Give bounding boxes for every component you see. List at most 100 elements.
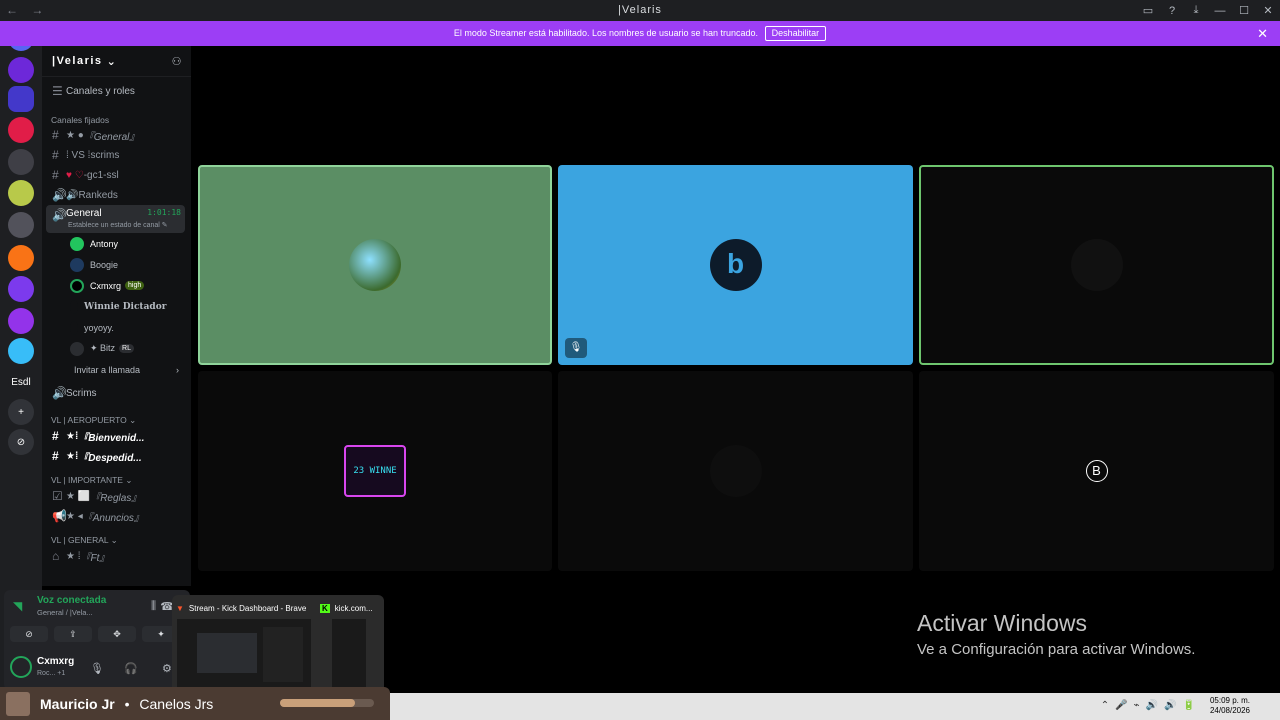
- category-aeropuerto[interactable]: VL | AEROPUERTO ⌄: [42, 410, 191, 426]
- channel-bienvenida[interactable]: # ★⁞ 『Bienvenid...: [42, 426, 191, 446]
- channel-scrims-text[interactable]: # ⁞ VS ⁞ scrims: [42, 145, 191, 165]
- server-icon[interactable]: [8, 180, 34, 206]
- voice-status[interactable]: Voz conectada: [37, 595, 106, 606]
- channel-gc1-ssl[interactable]: # ♥ ♡ -gc1-ssl: [42, 165, 191, 185]
- microphone-icon[interactable]: 🎙: [90, 662, 104, 675]
- avatar: [70, 320, 78, 335]
- channel-reglas[interactable]: ☑ ★ ⬜ 『Reglas』: [42, 486, 191, 506]
- voice-connection-panel: ◥ Voz conectada General / |Vela... ⫼ ☎ ⊘…: [4, 590, 190, 690]
- avatar: [70, 341, 84, 356]
- video-tile-4[interactable]: 23 WINNE: [198, 371, 552, 571]
- server-header[interactable]: |Velaris ⌄ ⚇: [42, 46, 191, 77]
- now-playing-text: Mauricio Jr • Canelos Jrs: [40, 695, 214, 712]
- person-plus-icon[interactable]: ⚇: [172, 55, 183, 68]
- server-icon[interactable]: [8, 276, 34, 302]
- clock-date: 24/08/2026: [1209, 706, 1250, 715]
- list-icon: ☰: [52, 84, 63, 98]
- channel-general-voice-active[interactable]: 🔊 General 1:01:18 Establece un estado de…: [46, 205, 185, 233]
- camera-off-button[interactable]: ⊘: [10, 626, 48, 642]
- server-icon-velaris[interactable]: [8, 86, 34, 112]
- server-icon[interactable]: [8, 338, 34, 364]
- window-title: |Velaris: [618, 4, 662, 16]
- mute-icon: 🎙: [565, 338, 587, 358]
- server-icon-esdl[interactable]: Esdl: [8, 369, 34, 395]
- close-icon[interactable]: ✕: [1257, 21, 1268, 46]
- server-icon[interactable]: [8, 245, 34, 271]
- channel-anuncios[interactable]: 📢 ★ ◂ 『Anuncios』: [42, 506, 191, 526]
- channel-status[interactable]: Establece un estado de canal ✎: [68, 221, 168, 229]
- call-timer: 1:01:18: [147, 208, 181, 217]
- discord-app: ← → |Velaris ▭ ? ⤓ — ☐ ✕ ◉ Esdl + ⊘ El m…: [0, 0, 1280, 720]
- preview-thumbnail[interactable]: [332, 619, 366, 687]
- voice-user[interactable]: yoyoyy.: [42, 317, 191, 338]
- banner-text: El modo Streamer está habilitado. Los no…: [453, 28, 759, 38]
- voice-location[interactable]: General / |Vela...: [37, 608, 93, 617]
- channel-sidebar: |Velaris ⌄ ⚇ ☰ Canales y roles Canales f…: [42, 46, 191, 586]
- video-tile-2[interactable]: b 🎙: [558, 165, 913, 365]
- signal-icon: ◥: [13, 599, 23, 613]
- channel-ft[interactable]: ⌂ ★ ⁞ 『Ft』: [42, 546, 191, 566]
- video-tile-3[interactable]: [919, 165, 1274, 365]
- network-icon[interactable]: ⌁: [1134, 700, 1140, 711]
- download-icon[interactable]: ⤓: [1184, 4, 1208, 17]
- voice-user[interactable]: Winnie Dictador: [42, 296, 191, 317]
- progress-bar[interactable]: [280, 699, 374, 707]
- channel-rankeds[interactable]: 🔊 🔊 Rankeds: [42, 185, 191, 205]
- disable-streamer-button[interactable]: Deshabilitar: [764, 26, 827, 41]
- inbox-icon[interactable]: ▭: [1136, 4, 1160, 17]
- category-general[interactable]: VL | GENERAL ⌄: [42, 530, 191, 546]
- taskbar-preview: ▼ Stream - Kick Dashboard - Brave K kick…: [172, 595, 384, 693]
- voice-user[interactable]: Antony: [42, 233, 191, 254]
- preview-thumbnail[interactable]: [177, 619, 311, 687]
- clock-time: 05:09 p. m.: [1209, 696, 1250, 705]
- headphones-icon[interactable]: 🎧: [124, 662, 138, 675]
- server-icon[interactable]: [8, 308, 34, 334]
- voice-user[interactable]: Boogie: [42, 254, 191, 275]
- server-icon[interactable]: [8, 212, 34, 238]
- category-pinned[interactable]: Canales fijados: [42, 109, 191, 125]
- video-tile-5[interactable]: [558, 371, 913, 571]
- chevron-down-icon: ⌄: [106, 55, 118, 68]
- avatar: b: [709, 239, 762, 291]
- voice-actions: ⊘ ⇪ ✥ ✦: [10, 626, 180, 642]
- preview-item-brave[interactable]: ▼ Stream - Kick Dashboard - Brave: [176, 599, 316, 617]
- microphone-icon[interactable]: 🎤: [1115, 700, 1127, 711]
- server-icon[interactable]: [8, 149, 34, 175]
- channel-scrims-voice[interactable]: 🔊 Scrims: [42, 380, 191, 406]
- minimize-button[interactable]: —: [1208, 5, 1232, 17]
- avatar: [349, 239, 401, 291]
- system-tray: ⌃ 🎤 ⌁ 🔊 🔊 🔋: [1101, 700, 1195, 711]
- preview-item-kick[interactable]: K kick.com...: [320, 599, 380, 617]
- window-controls: ▭ ? ⤓ — ☐ ✕: [1136, 0, 1280, 21]
- server-icon[interactable]: [8, 57, 34, 83]
- kick-icon: K: [320, 603, 330, 613]
- add-server-icon[interactable]: +: [8, 399, 34, 425]
- channel-general-text[interactable]: # ★ ● 『General』: [42, 125, 191, 145]
- video-tile-1[interactable]: [198, 165, 552, 365]
- volume-icon[interactable]: 🔊: [1146, 700, 1158, 711]
- gear-icon[interactable]: ⚙: [162, 662, 172, 675]
- channels-and-roles[interactable]: ☰ Canales y roles: [42, 77, 191, 105]
- voice-user[interactable]: Cxmxrg high: [42, 275, 191, 296]
- explore-icon[interactable]: ⊘: [8, 429, 34, 455]
- maximize-button[interactable]: ☐: [1232, 4, 1256, 17]
- clock[interactable]: 05:09 p. m. 24/08/2026: [1210, 696, 1250, 716]
- battery-icon[interactable]: 🔋: [1183, 700, 1195, 711]
- noise-suppression-icon[interactable]: ⫼: [151, 600, 156, 613]
- speaker-icon: 🔊: [52, 208, 67, 222]
- username: Cxmxrg: [37, 656, 75, 667]
- channel-despedida[interactable]: # ★⁞ 『Despedid...: [42, 446, 191, 466]
- help-icon[interactable]: ?: [1160, 5, 1184, 17]
- voice-user[interactable]: ✦ Bitz RL: [42, 338, 191, 359]
- speaker-icon[interactable]: 🔊: [1164, 700, 1176, 711]
- close-button[interactable]: ✕: [1256, 4, 1280, 17]
- invite-to-call[interactable]: Invitar a llamada ›: [42, 359, 191, 380]
- share-screen-button[interactable]: ⇪: [54, 626, 92, 642]
- video-tile-6[interactable]: B: [919, 371, 1274, 571]
- category-importante[interactable]: VL | IMPORTANTE ⌄: [42, 470, 191, 486]
- activities-button[interactable]: ✥: [98, 626, 136, 642]
- now-playing-widget[interactable]: Mauricio Jr • Canelos Jrs: [0, 687, 390, 720]
- chevron-up-icon[interactable]: ⌃: [1101, 700, 1109, 711]
- server-icon[interactable]: [8, 117, 34, 143]
- artist-name: Mauricio Jr: [40, 695, 115, 712]
